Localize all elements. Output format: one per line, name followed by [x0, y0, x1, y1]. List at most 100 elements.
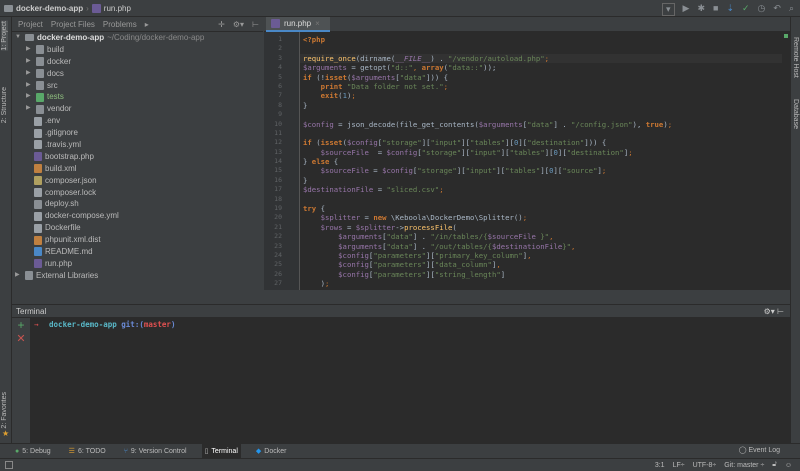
close-tab-icon[interactable]: × — [315, 19, 320, 28]
navigation-bar: docker-demo-app › run.php ▾ ▶ ✱ ■ ⇣ ✓ ◷ … — [0, 0, 800, 17]
file-encoding[interactable]: UTF-8÷ — [693, 462, 717, 469]
tree-item[interactable]: ▶ tests — [12, 91, 263, 103]
vcs-commit-icon[interactable]: ✓ — [742, 3, 750, 16]
tree-item[interactable]: .gitignore — [12, 127, 263, 139]
tree-item[interactable]: README.md — [12, 246, 263, 258]
run-icon[interactable]: ▶ — [683, 3, 690, 16]
remote-host-tool-button[interactable]: Remote Host — [792, 37, 799, 78]
code-token: ][ — [553, 166, 563, 176]
code-token: ; — [601, 166, 607, 176]
tree-item[interactable]: build.xml — [12, 163, 263, 175]
tree-item[interactable]: deploy.sh — [12, 198, 263, 210]
line-number: 16 — [274, 175, 282, 184]
history-icon[interactable]: ◷ — [758, 3, 766, 16]
structure-tool-button[interactable]: 2: Structure — [1, 87, 8, 123]
left-tool-strip: 1: Project 2: Structure 2: Favorites ★ — [0, 17, 12, 443]
tree-item[interactable]: composer.json — [12, 175, 263, 187]
tree-external-libraries[interactable]: ▶ External Libraries — [12, 270, 263, 282]
terminal-settings-icon[interactable]: ⚙▾ ⊢ — [764, 305, 784, 318]
tool-tab-debug[interactable]: ● 5: Debug — [12, 444, 54, 459]
tree-item[interactable]: ▶ src — [12, 80, 263, 92]
tool-tab-todo[interactable]: ☰ 6: TODO — [66, 444, 109, 459]
run-config-dropdown[interactable]: ▾ — [662, 3, 675, 16]
event-log-button[interactable]: ◯ Event Log — [739, 446, 780, 454]
gear-icon[interactable]: ⚙▾ — [233, 20, 244, 29]
tree-item[interactable]: run.php — [12, 258, 263, 270]
git-branch[interactable]: Git: master ÷ — [724, 462, 764, 469]
inspector-icon[interactable]: ☺︎ — [785, 462, 792, 469]
tree-item[interactable]: ▶ docker — [12, 56, 263, 68]
caret-position[interactable]: 3:1 — [655, 462, 665, 469]
code-token: $destinationFile — [303, 185, 374, 195]
project-tab[interactable]: Project — [18, 20, 43, 29]
code-editor[interactable]: <?php require_once(dirname(__FILE__) . "… — [300, 32, 790, 290]
project-files-tab[interactable]: Project Files — [51, 20, 95, 29]
more-tabs-icon[interactable]: ▸ — [145, 20, 149, 29]
editor-bottom-bar — [264, 290, 790, 303]
code-token: ; — [351, 91, 356, 101]
search-icon[interactable]: ⌕ — [789, 3, 794, 16]
expand-icon[interactable]: ▶ — [26, 91, 33, 103]
new-session-icon[interactable]: + — [12, 318, 30, 332]
tree-item[interactable]: Dockerfile — [12, 222, 263, 234]
problems-tab[interactable]: Problems — [103, 20, 137, 29]
code-line: } — [300, 176, 790, 185]
database-tool-button[interactable]: Database — [792, 99, 799, 129]
editor-scrollbar[interactable] — [782, 32, 790, 290]
stop-icon[interactable]: ■ — [713, 3, 718, 16]
code-token: processFile — [404, 222, 453, 232]
expand-icon[interactable]: ▶ — [26, 56, 33, 68]
terminal-output[interactable]: → docker-demo-app git:(master) — [30, 318, 790, 443]
file-icon — [34, 223, 42, 233]
tree-root[interactable]: ▼ docker-demo-app ~/Coding/docker-demo-a… — [12, 32, 263, 44]
code-token: $config — [338, 260, 369, 270]
tree-item[interactable]: ▶ build — [12, 44, 263, 56]
tree-item[interactable]: ▶ vendor — [12, 103, 263, 115]
code-token: = — [360, 213, 374, 223]
breadcrumb-file[interactable]: run.php — [104, 4, 131, 13]
code-token: ][ — [461, 138, 471, 148]
tab-run-php[interactable]: run.php × — [266, 17, 330, 32]
code-token: "Data folder not set." — [346, 81, 444, 91]
collapse-icon[interactable]: ✛ — [218, 20, 225, 29]
code-token: "destination" — [527, 138, 585, 148]
debug-icon[interactable]: ✱ — [697, 3, 705, 16]
project-tool-button[interactable]: 1: Project — [1, 21, 8, 51]
code-line: exit(1); — [300, 91, 790, 100]
right-tool-strip: Remote Host Database — [790, 17, 800, 443]
tool-tab-version-control[interactable]: ⑂ 9: Version Control — [121, 444, 190, 459]
line-number: 14 — [274, 157, 282, 166]
tool-tab-terminal[interactable]: ▯ Terminal — [201, 443, 241, 459]
code-line: $arguments = getopt("d::", array("data::… — [300, 63, 790, 72]
vcs-update-icon[interactable]: ⇣ — [726, 3, 734, 16]
expand-icon[interactable]: ▶ — [26, 80, 33, 92]
tree-item[interactable]: composer.lock — [12, 187, 263, 199]
favorites-tool-button[interactable]: 2: Favorites — [1, 392, 8, 429]
tree-item[interactable]: .travis.yml — [12, 139, 263, 151]
line-number: 3 — [278, 53, 282, 62]
line-number: 11 — [274, 128, 282, 137]
file-icon — [34, 140, 42, 150]
breadcrumb-project[interactable]: docker-demo-app — [16, 4, 83, 13]
close-session-icon[interactable]: ✕ — [12, 332, 30, 345]
expand-icon[interactable]: ▶ — [26, 68, 33, 80]
code-token: $sourceFile — [320, 147, 369, 157]
expand-icon[interactable]: ▶ — [26, 44, 33, 56]
hide-panel-icon[interactable]: ⊢ — [252, 20, 259, 29]
tree-item[interactable]: docker-compose.yml — [12, 210, 263, 222]
toggle-tool-windows-icon[interactable] — [5, 461, 13, 469]
expand-icon[interactable]: ▶ — [26, 103, 33, 115]
line-separator[interactable]: LF÷ — [673, 462, 685, 469]
tree-item[interactable]: .env — [12, 115, 263, 127]
tree-item[interactable]: bootstrap.php — [12, 151, 263, 163]
file-icon — [34, 199, 42, 209]
tree-item[interactable]: ▶ docs — [12, 68, 263, 80]
tool-tab-docker[interactable]: ◆ Docker — [253, 444, 290, 459]
lock-icon[interactable]: 🔓︎ — [772, 461, 777, 469]
code-line: $sourceFile = $config["storage"]["input"… — [300, 166, 790, 175]
revert-icon[interactable]: ↶ — [773, 3, 781, 16]
tree-item[interactable]: phpunit.xml.dist — [12, 234, 263, 246]
